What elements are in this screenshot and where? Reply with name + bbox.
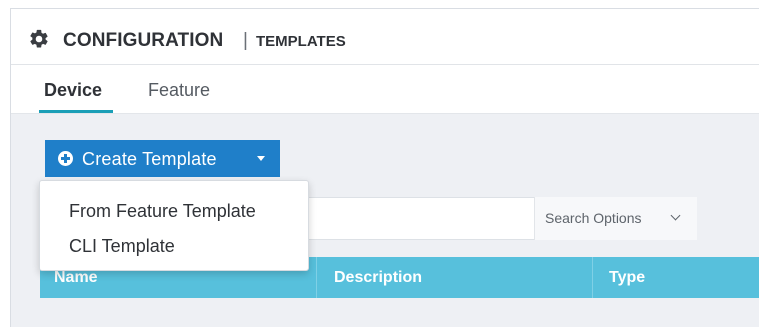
search-options-button[interactable]: Search Options xyxy=(534,197,697,240)
tabs-bar: Device Feature xyxy=(11,65,759,114)
app-frame: CONFIGURATION | TEMPLATES Device Feature… xyxy=(10,8,759,327)
column-header-description[interactable]: Description xyxy=(316,257,592,298)
create-template-label: Create Template xyxy=(82,149,217,169)
plus-circle-icon xyxy=(58,151,73,166)
tab-feature[interactable]: Feature xyxy=(148,81,210,99)
search-options-label: Search Options xyxy=(545,210,642,226)
caret-down-icon xyxy=(257,156,265,161)
page-title: CONFIGURATION xyxy=(63,30,224,51)
create-template-button[interactable]: Create Template xyxy=(45,140,280,177)
tab-device[interactable]: Device xyxy=(44,81,102,99)
menu-item-cli-template[interactable]: CLI Template xyxy=(69,237,175,255)
chevron-down-icon xyxy=(670,210,681,221)
gear-icon xyxy=(30,29,48,48)
page-subtitle: TEMPLATES xyxy=(256,33,346,50)
column-header-type[interactable]: Type xyxy=(592,257,759,298)
create-template-menu: From Feature Template CLI Template xyxy=(39,180,309,271)
title-bar: CONFIGURATION | TEMPLATES xyxy=(11,9,759,65)
title-separator: | xyxy=(243,30,248,51)
menu-item-from-feature-template[interactable]: From Feature Template xyxy=(69,202,256,220)
active-tab-indicator xyxy=(39,110,113,113)
